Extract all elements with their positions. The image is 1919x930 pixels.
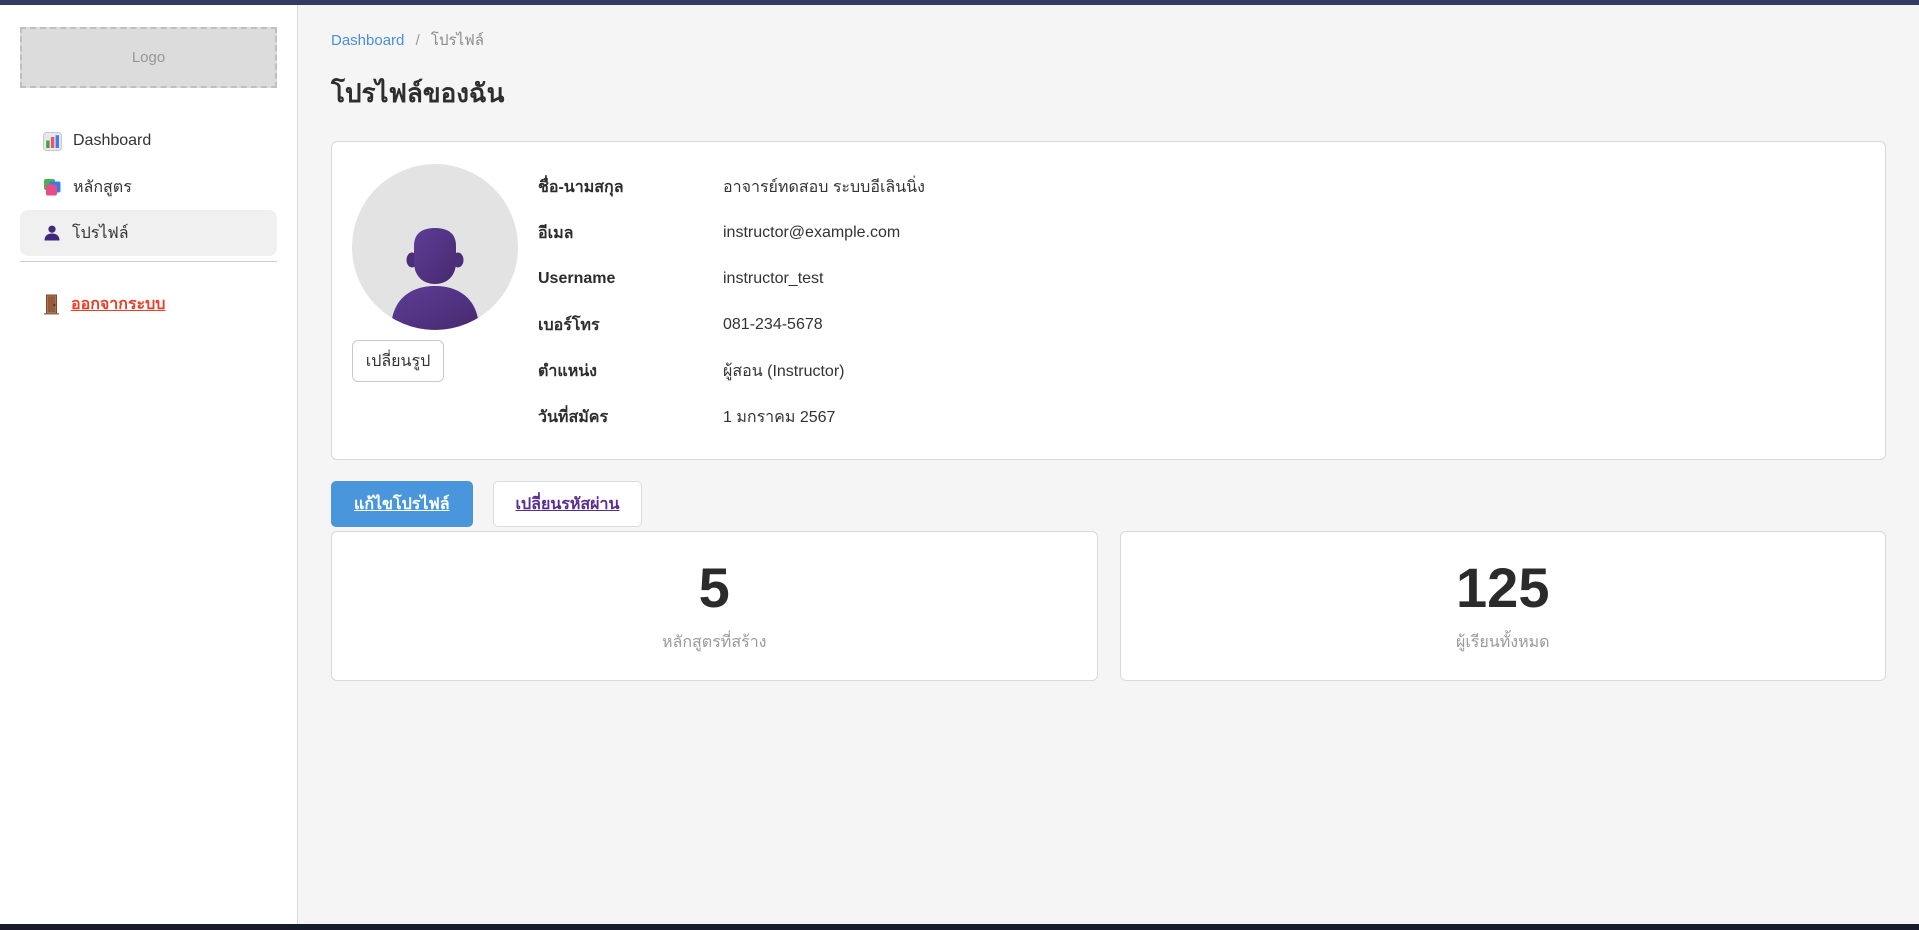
stat-value: 125 (1121, 560, 1886, 616)
sidebar-item-label: Dashboard (73, 132, 151, 150)
app-shell: Logo Dashboard (0, 5, 1919, 924)
field-label: วันที่สมัคร (538, 405, 723, 430)
stat-value: 5 (332, 560, 1097, 616)
field-value: instructor@example.com (723, 224, 900, 242)
actions-row: แก้ไขโปรไฟล์ เปลี่ยนรหัสผ่าน (331, 481, 1886, 527)
sidebar-item-label: หลักสูตร (73, 175, 132, 200)
sidebar: Logo Dashboard (0, 5, 298, 924)
field-value: instructor_test (723, 270, 823, 288)
breadcrumb-dashboard-link[interactable]: Dashboard (331, 32, 404, 49)
person-icon (43, 224, 61, 242)
stat-label: ผู้เรียนทั้งหมด (1121, 630, 1886, 655)
logo-label: Logo (132, 49, 165, 66)
avatar (352, 164, 518, 330)
door-icon (43, 294, 60, 315)
stat-card-courses-created: 5 หลักสูตรที่สร้าง (331, 531, 1098, 681)
field-row-email: อีเมล instructor@example.com (538, 210, 1865, 256)
breadcrumb-separator: / (416, 32, 420, 49)
main-content: Dashboard / โปรไฟล์ โปรไฟล์ของฉัน (298, 5, 1919, 924)
sidebar-item-courses[interactable]: หลักสูตร (20, 164, 277, 210)
field-value: 081-234-5678 (723, 316, 823, 334)
field-row-name: ชื่อ-นามสกุล อาจารย์ทดสอบ ระบบอีเลินนิ่ง (538, 164, 1865, 210)
sidebar-nav: Dashboard หลักสูตร (20, 118, 277, 317)
person-bust-icon (387, 224, 483, 330)
field-row-username: Username instructor_test (538, 256, 1865, 302)
field-value: ผู้สอน (Instructor) (723, 359, 844, 384)
field-label: เบอร์โทร (538, 313, 723, 338)
stat-label: หลักสูตรที่สร้าง (332, 630, 1097, 655)
sidebar-item-label: โปรไฟล์ (72, 221, 129, 246)
avatar-column: เปลี่ยนรูป (352, 164, 538, 437)
field-label: ชื่อ-นามสกุล (538, 175, 723, 200)
logo-placeholder: Logo (20, 27, 277, 88)
profile-card: เปลี่ยนรูป ชื่อ-นามสกุล อาจารย์ทดสอบ ระบ… (331, 141, 1886, 460)
field-row-register-date: วันที่สมัคร 1 มกราคม 2567 (538, 394, 1865, 440)
change-password-button[interactable]: เปลี่ยนรหัสผ่าน (493, 481, 643, 527)
field-row-phone: เบอร์โทร 081-234-5678 (538, 302, 1865, 348)
field-label: Username (538, 270, 723, 288)
stat-card-total-learners: 125 ผู้เรียนทั้งหมด (1120, 531, 1887, 681)
profile-fields: ชื่อ-นามสกุล อาจารย์ทดสอบ ระบบอีเลินนิ่ง… (538, 164, 1865, 437)
sidebar-item-profile[interactable]: โปรไฟล์ (20, 210, 277, 256)
edit-profile-button[interactable]: แก้ไขโปรไฟล์ (331, 481, 473, 527)
bottom-accent-bar (0, 924, 1919, 930)
page-title: โปรไฟล์ของฉัน (331, 73, 1886, 114)
sidebar-divider (20, 261, 277, 262)
logout-label: ออกจากระบบ (71, 292, 165, 317)
field-value: อาจารย์ทดสอบ ระบบอีเลินนิ่ง (723, 175, 925, 200)
field-value: 1 มกราคม 2567 (723, 405, 835, 430)
stats-row: 5 หลักสูตรที่สร้าง 125 ผู้เรียนทั้งหมด (331, 531, 1886, 681)
sidebar-item-dashboard[interactable]: Dashboard (20, 118, 277, 164)
bar-chart-icon (43, 132, 62, 151)
field-row-position: ตำแหน่ง ผู้สอน (Instructor) (538, 348, 1865, 394)
logout-link[interactable]: ออกจากระบบ (20, 292, 277, 317)
courses-icon (43, 178, 62, 197)
change-photo-button[interactable]: เปลี่ยนรูป (352, 340, 444, 382)
field-label: อีเมล (538, 221, 723, 246)
field-label: ตำแหน่ง (538, 359, 723, 384)
breadcrumb-current: โปรไฟล์ (431, 32, 484, 49)
breadcrumb: Dashboard / โปรไฟล์ (331, 28, 1886, 52)
